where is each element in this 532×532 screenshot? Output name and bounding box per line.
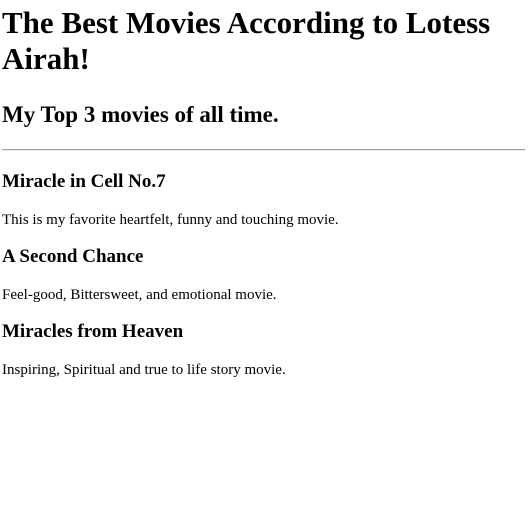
movie-description: Inspiring, Spiritual and true to life st… [2,362,286,378]
movie-entry: A Second Chance Feel-good, Bittersweet, … [2,246,525,304]
movie-description: This is my favorite heartfelt, funny and… [2,212,339,228]
page: The Best Movies According to Lotess Aira… [0,5,525,379]
page-subtitle: My Top 3 movies of all time. [2,102,279,127]
movie-description: Feel-good, Bittersweet, and emotional mo… [2,287,277,303]
movie-title: A Second Chance [2,246,144,267]
movie-entry: Miracles from Heaven Inspiring, Spiritua… [2,321,525,379]
movie-title: Miracle in Cell No.7 [2,171,166,192]
page-title: The Best Movies According to Lotess Aira… [2,5,491,76]
divider [2,149,525,151]
movie-entry: Miracle in Cell No.7 This is my favorite… [2,171,525,229]
movie-title: Miracles from Heaven [2,321,184,342]
